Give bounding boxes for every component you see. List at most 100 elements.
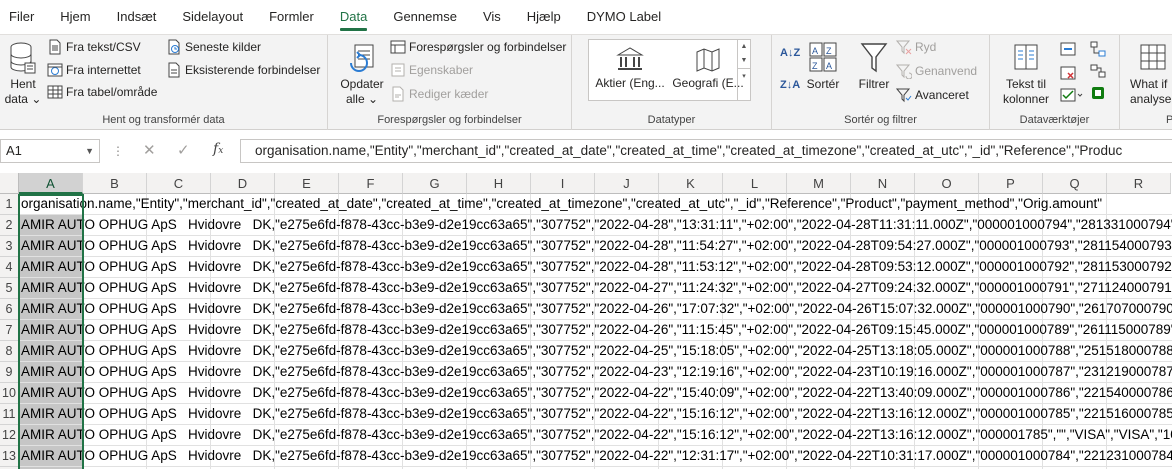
tab-filer[interactable]: Filer [0,0,47,34]
stocks-datatype-button[interactable]: Aktier (Eng... [591,46,669,90]
column-header-b[interactable]: B [83,173,147,194]
formula-input[interactable]: organisation.name,"Entity","merchant_id"… [240,139,1172,163]
column-header-d[interactable]: D [211,173,275,194]
cell-text[interactable]: AMIR AUTO OPHUG ApS Hvidovre DK,"e275e6f… [21,404,1172,424]
cell-text[interactable]: AMIR AUTO OPHUG ApS Hvidovre DK,"e275e6f… [21,362,1172,382]
column-header-p[interactable]: P [979,173,1043,194]
insert-function-icon[interactable]: fx [213,141,223,157]
tab-data[interactable]: Data [327,0,380,34]
filter-button[interactable]: Filtrer [856,41,892,92]
flash-fill-icon[interactable] [1060,41,1076,57]
tab-dymo-label[interactable]: DYMO Label [574,0,674,34]
cell-text[interactable]: AMIR AUTO OPHUG ApS Hvidovre DK,"e275e6f… [21,215,1172,235]
from-web-button[interactable]: Fra internettet [47,60,141,80]
column-header-g[interactable]: G [403,173,467,194]
clear-filter-button[interactable]: Ryd [896,37,936,57]
row-header-13[interactable]: 13 [0,446,19,467]
row-header-8[interactable]: 8 [0,341,19,362]
row-header-6[interactable]: 6 [0,299,19,320]
row-header-7[interactable]: 7 [0,320,19,341]
row-header-9[interactable]: 9 [0,362,19,383]
table-row: AMIR AUTO OPHUG ApS Hvidovre DK,"e275e6f… [19,446,1172,467]
consolidate-icon[interactable] [1090,41,1106,57]
tab-hjaelp[interactable]: Hjælp [514,0,574,34]
relationships-icon[interactable] [1090,63,1106,79]
column-header-f[interactable]: F [339,173,403,194]
column-header-m[interactable]: M [787,173,851,194]
column-header-n[interactable]: N [851,173,915,194]
existing-connections-button[interactable]: Eksisterende forbindelser [166,60,320,80]
from-table-range-button[interactable]: Fra tabel/område [47,82,157,102]
recent-sources-button[interactable]: Seneste kilder [166,37,261,57]
row-header-1[interactable]: 1 [0,194,19,215]
advanced-filter-button[interactable]: Avanceret [896,85,969,105]
cell-text[interactable]: AMIR AUTO OPHUG ApS Hvidovre DK,"e275e6f… [21,299,1172,319]
name-box[interactable]: A1 ▼ [0,139,100,163]
group-data-tools: Tekst til kolonner Dataværktøjer [990,35,1120,130]
datatypes-scroll[interactable]: ▲ ▼ ▾ [737,40,750,100]
formula-bar-resize-handle[interactable]: ⋮ [112,144,125,158]
data-validation-icon[interactable] [1060,87,1084,103]
edit-links-button[interactable]: Rediger kæder [390,84,488,104]
from-text-csv-button[interactable]: Fra tekst/CSV [47,37,141,57]
select-all-corner[interactable] [0,173,19,194]
worksheet-grid[interactable]: ABCDEFGHIJKLMNOPQR 1 organisation.name,"E… [0,173,1172,469]
sort-button[interactable]: A Z Z A Sortér [804,41,842,92]
data-model-icon[interactable] [1090,85,1106,101]
cell-text[interactable]: AMIR AUTO OPHUG ApS Hvidovre DK,"e275e6f… [21,341,1172,361]
geography-datatype-button[interactable]: Geografi (E... [669,46,747,90]
cell-text[interactable]: AMIR AUTO OPHUG ApS Hvidovre DK,"e275e6f… [21,257,1172,277]
cell-text[interactable]: AMIR AUTO OPHUG ApS Hvidovre DK,"e275e6f… [21,320,1172,340]
column-header-r[interactable]: R [1107,173,1171,194]
column-header-o[interactable]: O [915,173,979,194]
sort-az-button[interactable]: A↓Z [780,43,800,63]
row-header-10[interactable]: 10 [0,383,19,404]
reapply-button[interactable]: Genanvend [896,61,977,81]
column-header-l[interactable]: L [723,173,787,194]
name-box-dropdown-icon[interactable]: ▼ [85,140,94,162]
enter-icon[interactable]: ✓ [177,141,190,159]
from-text-csv-label: Fra tekst/CSV [66,40,141,54]
column-header-q[interactable]: Q [1043,173,1107,194]
get-data-button[interactable]: Hent data ⌄ [4,41,42,107]
cell-text[interactable]: AMIR AUTO OPHUG ApS Hvidovre DK,"e275e6f… [21,278,1172,298]
table-icon [47,85,63,99]
row-header-5[interactable]: 5 [0,278,19,299]
refresh-all-button[interactable]: Opdater alle ⌄ [338,41,386,107]
remove-duplicates-icon[interactable] [1060,65,1076,81]
cell-text[interactable]: organisation.name,"Entity","merchant_id"… [21,194,1102,214]
cell-text[interactable]: AMIR AUTO OPHUG ApS Hvidovre DK,"e275e6f… [21,236,1172,256]
row-header-11[interactable]: 11 [0,404,19,425]
column-header-a[interactable]: A [19,173,83,194]
cell-text[interactable]: AMIR AUTO OPHUG ApS Hvidovre DK,"e275e6f… [21,425,1172,445]
sort-za-button[interactable]: Z↓A [780,75,800,95]
column-header-c[interactable]: C [147,173,211,194]
tab-indsaet[interactable]: Indsæt [104,0,170,34]
column-header-e[interactable]: E [275,173,339,194]
column-header-j[interactable]: J [595,173,659,194]
queries-connections-button[interactable]: Forespørgsler og forbindelser [390,37,566,57]
row-header-2[interactable]: 2 [0,215,19,236]
text-file-icon [49,39,61,55]
row-header-12[interactable]: 12 [0,425,19,446]
properties-button[interactable]: Egenskaber [390,60,473,80]
tab-hjem[interactable]: Hjem [47,0,103,34]
tab-sidelayout[interactable]: Sidelayout [169,0,256,34]
cancel-icon[interactable]: ✕ [143,141,156,159]
properties-label: Egenskaber [409,63,474,77]
row-header-3[interactable]: 3 [0,236,19,257]
column-header-k[interactable]: K [659,173,723,194]
table-row: AMIR AUTO OPHUG ApS Hvidovre DK,"e275e6f… [19,257,1172,278]
name-box-value: A1 [6,143,22,158]
row-header-4[interactable]: 4 [0,257,19,278]
text-to-columns-button[interactable]: Tekst til kolonner [998,41,1054,107]
tab-formler[interactable]: Formler [256,0,327,34]
cell-text[interactable]: AMIR AUTO OPHUG ApS Hvidovre DK,"e275e6f… [21,383,1172,403]
column-header-h[interactable]: H [467,173,531,194]
table-row: AMIR AUTO OPHUG ApS Hvidovre DK,"e275e6f… [19,278,1172,299]
column-header-i[interactable]: I [531,173,595,194]
tab-vis[interactable]: Vis [470,0,514,34]
tab-gennemse[interactable]: Gennemse [380,0,470,34]
what-if-analysis-button[interactable]: What if analyse ⌄ [1130,41,1172,107]
cell-text[interactable]: AMIR AUTO OPHUG ApS Hvidovre DK,"e275e6f… [21,446,1172,466]
